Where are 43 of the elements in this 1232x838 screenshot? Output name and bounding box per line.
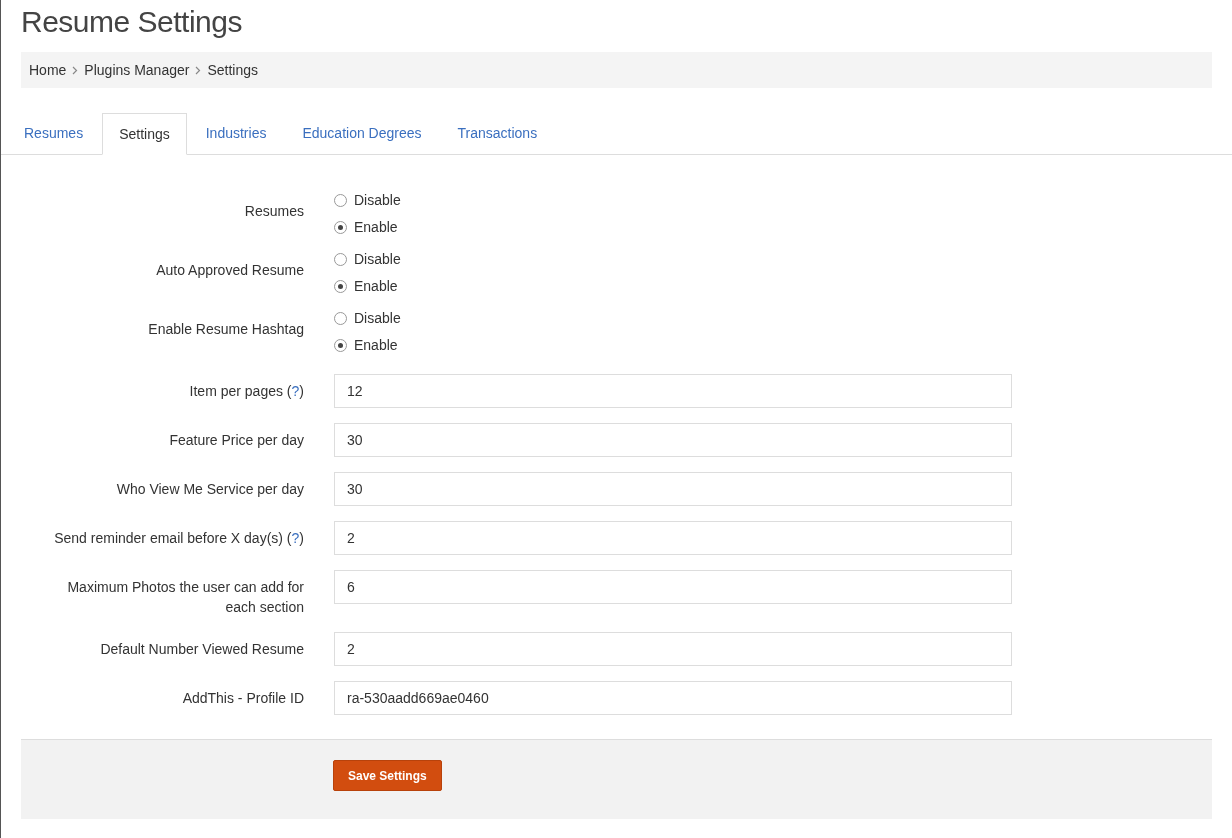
radio-button[interactable]: [334, 194, 347, 207]
radio-option[interactable]: Disable: [334, 305, 401, 332]
save-button[interactable]: Save Settings: [333, 760, 442, 791]
radio-button[interactable]: [334, 253, 347, 266]
input-field[interactable]: 6: [334, 570, 1012, 604]
field-label: Enable Resume Hashtag: [147, 320, 304, 339]
radio-option[interactable]: Enable: [334, 214, 401, 241]
help-link[interactable]: ?: [291, 530, 300, 546]
input-field[interactable]: ra-530aadd669ae0460: [334, 681, 1012, 715]
radio-button[interactable]: [334, 280, 347, 293]
help-link[interactable]: ?: [291, 383, 300, 399]
field-label: Send reminder email before X day(s) (?): [53, 529, 304, 548]
field-label: Who View Me Service per day: [115, 480, 304, 499]
input-field[interactable]: 2: [334, 521, 1012, 555]
field-label: Resumes: [243, 202, 304, 221]
radio-button[interactable]: [334, 221, 347, 234]
radio-option[interactable]: Enable: [334, 332, 401, 359]
field-label: Auto Approved Resume: [155, 261, 304, 280]
tab[interactable]: Transactions: [440, 112, 555, 154]
chevron-icon: [72, 65, 79, 75]
field-label: Feature Price per day: [168, 431, 304, 450]
input-field[interactable]: 2: [334, 632, 1012, 666]
radio-option[interactable]: Enable: [334, 273, 401, 300]
breadcrumb-link[interactable]: Plugins Manager: [84, 59, 190, 81]
field-label: Maximum Photos the user can add for each section: [66, 578, 304, 617]
tab[interactable]: Industries: [188, 112, 284, 154]
radio-button[interactable]: [334, 339, 347, 352]
radio-option[interactable]: Disable: [334, 246, 401, 273]
radio-button[interactable]: [334, 312, 347, 325]
tab[interactable]: Resumes: [7, 112, 101, 154]
field-label: AddThis - Profile ID: [181, 689, 304, 708]
page-title: Resume Settings: [21, 4, 243, 40]
input-field[interactable]: 12: [334, 374, 1012, 408]
field-label: Default Number Viewed Resume: [99, 640, 304, 659]
breadcrumb-link[interactable]: Settings: [207, 59, 258, 81]
input-field[interactable]: 30: [334, 423, 1012, 457]
field-label: Item per pages (?): [188, 382, 304, 401]
tab[interactable]: Settings: [102, 113, 187, 155]
chevron-icon: [195, 65, 202, 75]
breadcrumb-link[interactable]: Home: [29, 59, 67, 81]
input-field[interactable]: 30: [334, 472, 1012, 506]
radio-option[interactable]: Disable: [334, 187, 401, 214]
tab[interactable]: Education Degrees: [285, 112, 439, 154]
